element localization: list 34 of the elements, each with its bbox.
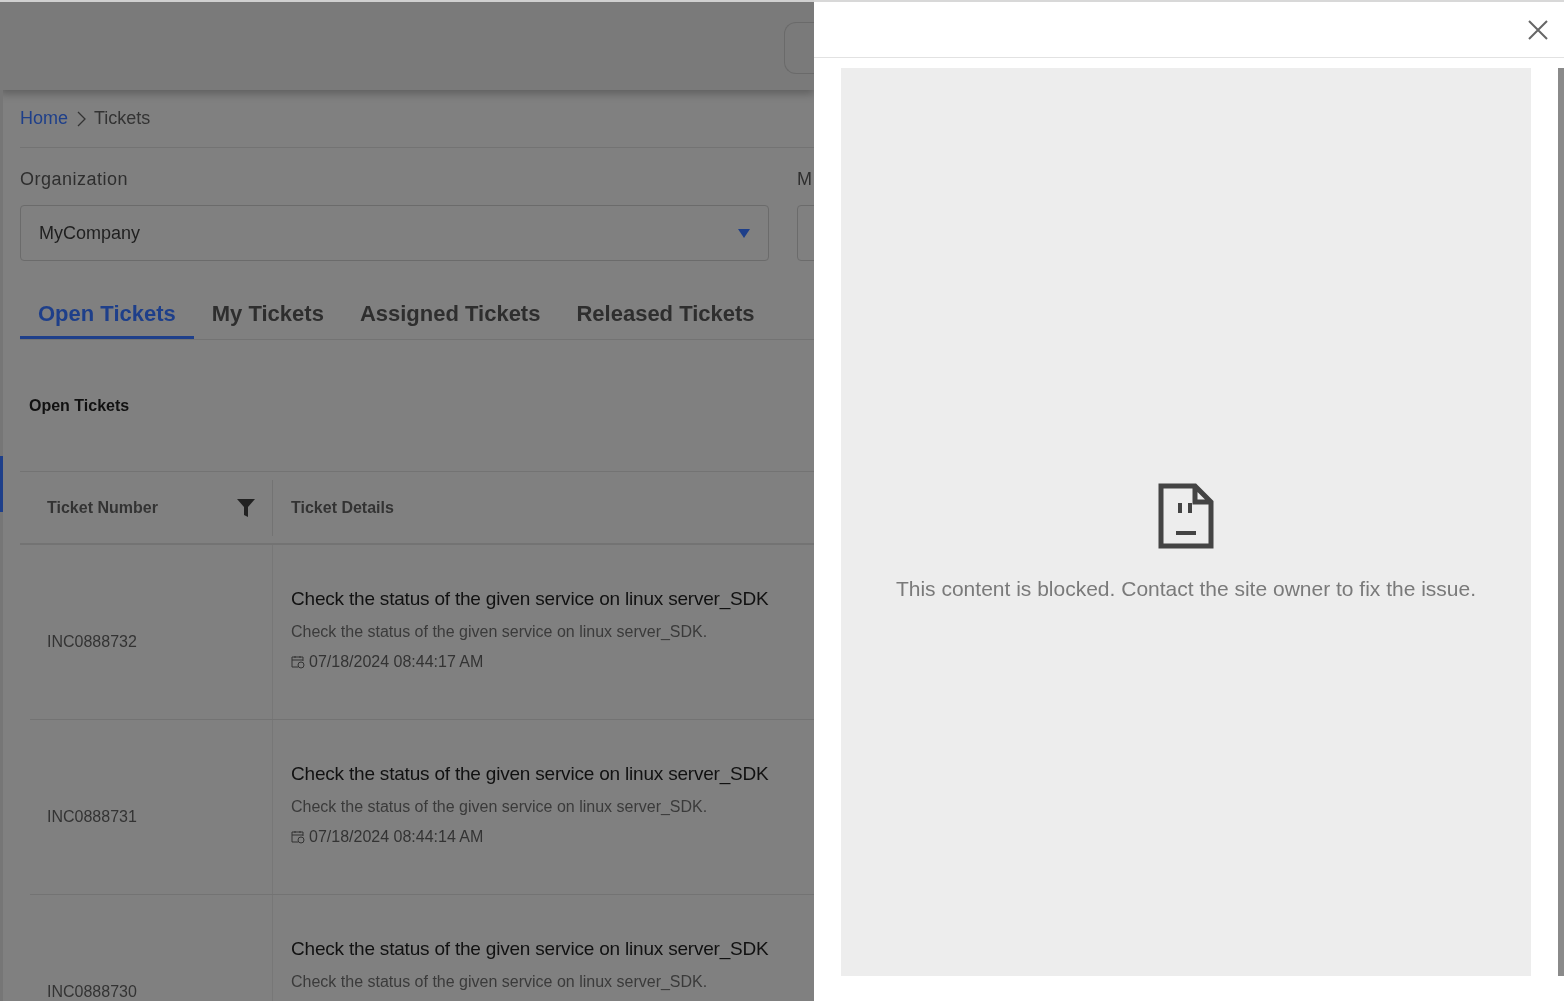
- ticket-date: 07/18/2024 08:44:14 AM: [309, 826, 484, 847]
- caret-icon: [738, 228, 750, 238]
- ticket-title[interactable]: Check the status of the given service on linux server_SDK: [291, 935, 769, 964]
- ticket-description: Check the status of the given service on linux server_SDK.: [291, 971, 709, 992]
- breadcrumb-link[interactable]: Home: [20, 105, 68, 132]
- ticket-number: INC0888731: [47, 807, 137, 827]
- ticket-title[interactable]: Check the status of the given service on linux server_SDK: [291, 585, 769, 614]
- blocked-message: This content is blocked. Contact the site owner to fix the issue.: [895, 576, 1477, 602]
- ticket-description: Check the status of the given service on linux server_SDK.: [291, 796, 709, 817]
- sidebar-indicator: [0, 456, 3, 512]
- ticket-date: 07/18/2024 08:44:17 AM: [309, 651, 484, 672]
- chevron-right-icon: [76, 110, 86, 127]
- breadcrumb-current: Tickets: [94, 107, 151, 130]
- scrollbar[interactable]: [1558, 68, 1564, 976]
- tab[interactable]: Assigned Tickets: [341, 291, 559, 339]
- section-title: Open Tickets: [29, 395, 130, 416]
- sad-file-icon: [1158, 483, 1214, 549]
- close-icon[interactable]: [1528, 19, 1548, 40]
- tab[interactable]: Open Tickets: [20, 291, 194, 339]
- ticket-number: INC0888730: [47, 982, 137, 1001]
- field-label: Organization: [20, 168, 130, 191]
- field-label: M: [797, 168, 814, 191]
- organization-dropdown[interactable]: MyCompany: [20, 205, 769, 261]
- ticket-number: INC0888732: [47, 632, 137, 652]
- ticket-title[interactable]: Check the status of the given service on linux server_SDK: [291, 760, 769, 789]
- calendar-clock-icon: [291, 829, 305, 844]
- calendar-clock-icon: [291, 654, 305, 669]
- column-header: Ticket Number: [47, 497, 158, 518]
- tab[interactable]: Released Tickets: [558, 291, 773, 339]
- dropdown-value: MyCompany: [39, 221, 141, 245]
- tab[interactable]: My Tickets: [193, 291, 342, 339]
- column-header: Ticket Details: [290, 497, 394, 518]
- ticket-description: Check the status of the given service on linux server_SDK.: [291, 621, 709, 642]
- filter-icon[interactable]: [236, 497, 256, 518]
